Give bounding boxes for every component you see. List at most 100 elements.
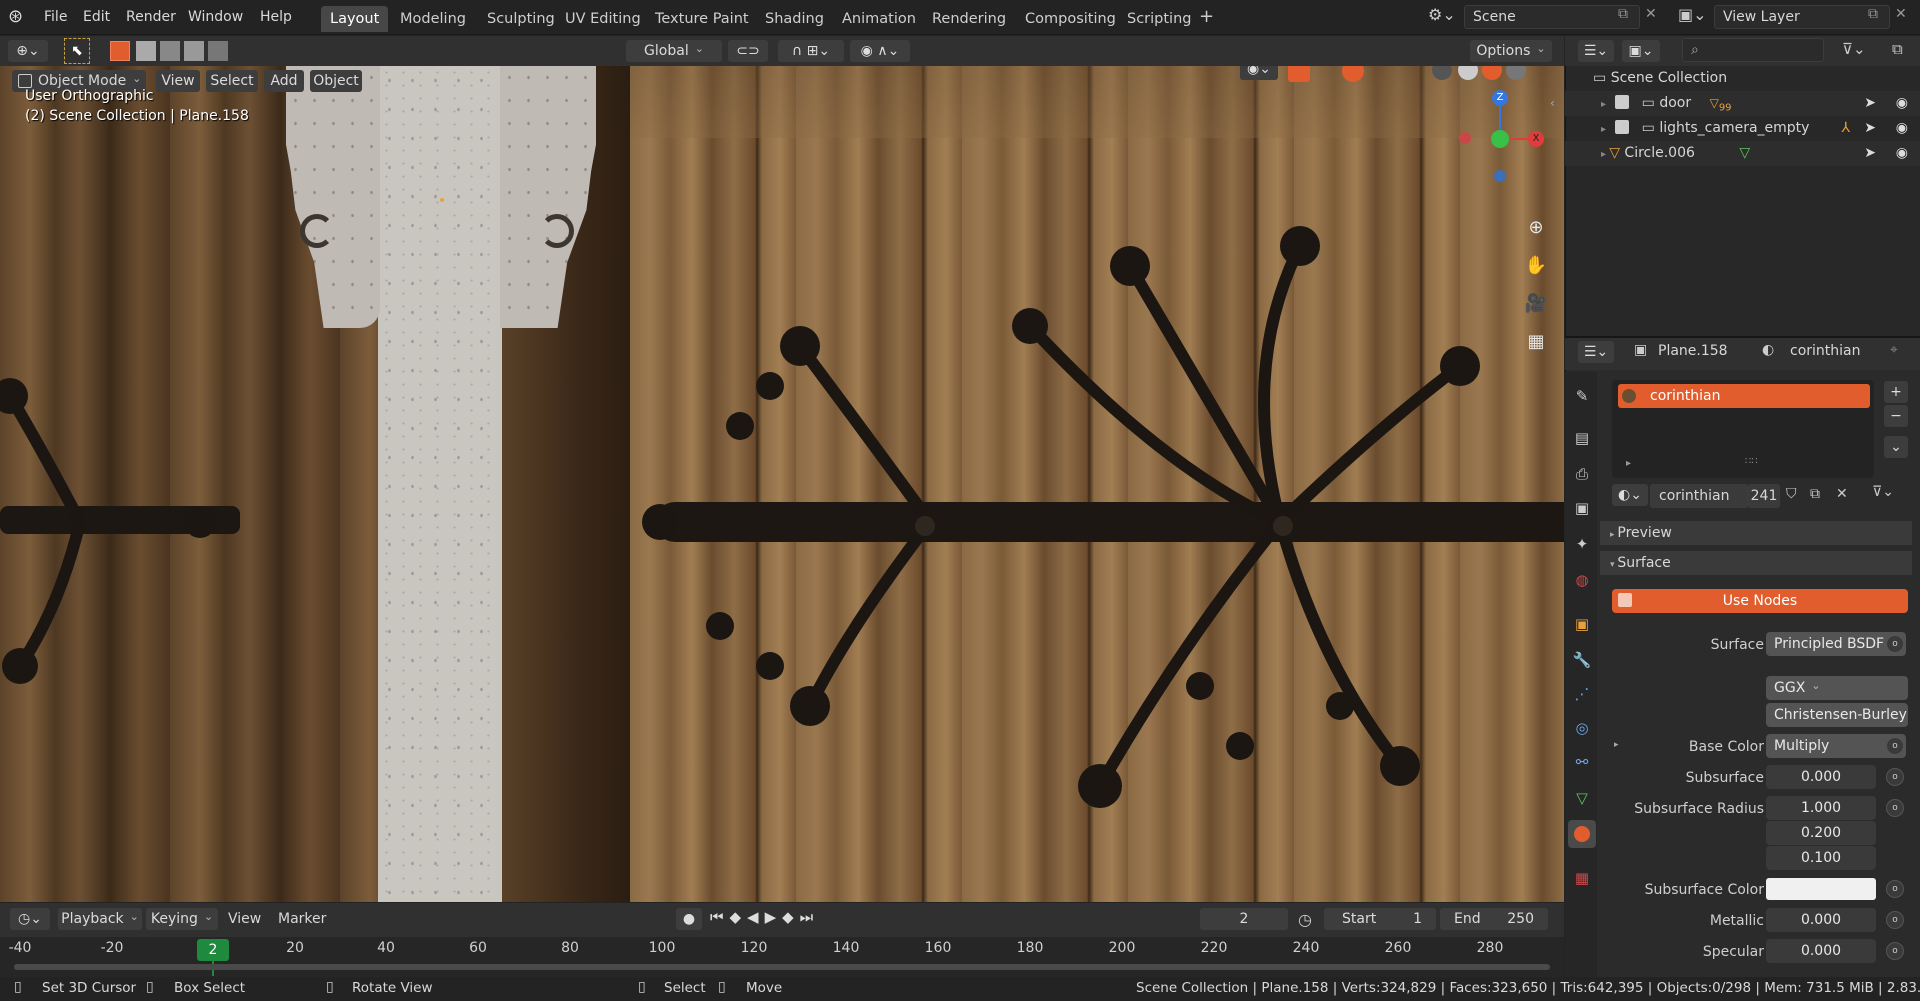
eye-icon[interactable]: ◉ — [1896, 141, 1908, 166]
checkbox-icon[interactable] — [1615, 95, 1630, 109]
filter-icon[interactable]: ⊽⌄ — [1842, 40, 1866, 58]
socket-icon[interactable]: o — [1886, 799, 1904, 817]
scene-browse-icon[interactable]: ⚙⌄ — [1428, 5, 1462, 29]
constraints-tab-icon[interactable]: ⚯ — [1572, 752, 1592, 772]
add-menu[interactable]: Add — [264, 70, 304, 92]
modifier-tab-icon[interactable]: 🔧 — [1572, 650, 1592, 670]
gizmo-toggle-icon[interactable] — [1288, 66, 1310, 82]
select-new-icon[interactable] — [110, 41, 130, 61]
output-tab-icon[interactable]: ⎙ — [1572, 464, 1592, 484]
menu-help[interactable]: Help — [260, 0, 292, 35]
fake-user-icon[interactable]: ⛉ — [1786, 486, 1797, 502]
outliner-item-circle[interactable]: ▸ ▽ Circle.006 ▽ ➤ ◉ — [1565, 141, 1920, 166]
end-frame-field[interactable]: End 250 — [1440, 908, 1548, 930]
sidebar-toggle-icon[interactable]: ‹ — [1550, 96, 1555, 110]
material-name-field[interactable]: corinthian — [1650, 484, 1748, 508]
tab-texture-paint[interactable]: Texture Paint — [646, 6, 758, 32]
object-menu[interactable]: Object — [310, 70, 362, 92]
pivot-point-icon[interactable]: ⊂⊃ — [728, 40, 768, 62]
expand-arrow-icon[interactable]: ▸ — [1601, 124, 1609, 135]
select-arrow-icon[interactable]: ➤ — [1864, 91, 1876, 116]
browse-material-icon[interactable]: ◐⌄ — [1612, 484, 1648, 506]
outliner-editor-icon[interactable]: ☰⌄ — [1578, 40, 1614, 62]
select-arrow-icon[interactable]: ➤ — [1864, 141, 1876, 166]
timeline-marker-menu[interactable]: Marker — [278, 911, 326, 927]
timeline-scrollbar[interactable] — [14, 964, 1550, 970]
subsurface-radius-y[interactable]: 0.200 — [1766, 821, 1876, 845]
distribution-dropdown[interactable]: GGX — [1766, 676, 1908, 700]
view-menu[interactable]: View — [156, 70, 200, 92]
menu-edit[interactable]: Edit — [83, 0, 110, 35]
socket-icon[interactable]: o — [1886, 635, 1904, 653]
select-invert-icon[interactable] — [184, 41, 204, 61]
tab-compositing[interactable]: Compositing — [1016, 6, 1125, 32]
navigation-gizmo[interactable]: Z X — [1450, 86, 1560, 276]
socket-icon[interactable]: o — [1886, 768, 1904, 786]
eye-icon[interactable]: ◉ — [1896, 116, 1908, 141]
subsurface-method-dropdown[interactable]: Christensen-Burley — [1766, 703, 1908, 727]
ortho-grid-icon[interactable]: ▦ — [1522, 328, 1550, 356]
options-dropdown[interactable]: Options — [1470, 40, 1552, 62]
snap-icon[interactable]: ∩ ⊞⌄ — [778, 40, 844, 62]
outliner-root[interactable]: ▭ Scene Collection — [1565, 66, 1920, 91]
current-frame-marker[interactable]: 2 — [197, 939, 229, 961]
outliner-item-lights[interactable]: ▸ ▭ lights_camera_empty ⅄ ➤ ◉ — [1565, 116, 1920, 141]
new-collection-icon[interactable]: ⧉ — [1892, 40, 1903, 58]
pin-icon[interactable]: ⌖ — [1890, 342, 1898, 358]
subsurface-field[interactable]: 0.000 — [1766, 765, 1876, 789]
remove-slot-button[interactable]: − — [1884, 405, 1908, 427]
material-slot-item[interactable]: corinthian — [1618, 384, 1870, 408]
select-tool-icon[interactable]: ⬉ — [64, 38, 90, 64]
keying-menu[interactable]: Keying — [146, 908, 218, 930]
unlink-material-icon[interactable]: ✕ — [1836, 486, 1848, 502]
view-layer-field[interactable]: View Layer — [1714, 5, 1890, 29]
start-frame-field[interactable]: Start 1 — [1324, 908, 1436, 930]
camera-view-icon[interactable]: 🎥 — [1522, 290, 1550, 318]
select-intersect-icon[interactable] — [208, 41, 228, 61]
metallic-field[interactable]: 0.000 — [1766, 908, 1876, 932]
select-subtract-icon[interactable] — [160, 41, 180, 61]
render-tab-icon[interactable]: ▤ — [1572, 428, 1592, 448]
blender-logo-icon[interactable]: ⊛ — [8, 6, 36, 30]
editor-type-button[interactable]: ⊕⌄ — [8, 40, 48, 62]
visibility-icon[interactable]: ◉⌄ — [1240, 66, 1278, 80]
list-expand-icon[interactable]: ▸ — [1626, 458, 1631, 469]
timeline-editor-icon[interactable]: ◷⌄ — [10, 908, 50, 930]
expand-arrow-icon[interactable]: ▸ — [1601, 99, 1609, 110]
axis-x[interactable]: X — [1528, 131, 1544, 147]
socket-icon[interactable]: o — [1886, 880, 1904, 898]
select-extend-icon[interactable] — [136, 41, 156, 61]
clock-icon[interactable]: ◷ — [1298, 910, 1312, 929]
add-slot-button[interactable]: + — [1884, 381, 1908, 403]
mesh-data-tab-icon[interactable]: ▽ — [1572, 788, 1592, 808]
particles-tab-icon[interactable]: ⋰ — [1572, 684, 1592, 704]
subsurface-radius-z[interactable]: 0.100 — [1766, 846, 1876, 870]
subsurface-color-swatch[interactable] — [1766, 878, 1876, 900]
zoom-icon[interactable]: ⊕ — [1522, 214, 1550, 242]
scene-field[interactable]: Scene — [1464, 5, 1640, 29]
link-type-icon[interactable]: ⊽⌄ — [1872, 484, 1894, 500]
tab-uv-editing[interactable]: UV Editing — [556, 6, 650, 32]
record-icon[interactable]: ● — [676, 908, 702, 930]
user-count[interactable]: 241 — [1748, 484, 1780, 508]
axis-neg-z[interactable] — [1494, 170, 1506, 182]
view-layer-remove-icon[interactable]: ✕ — [1895, 6, 1907, 22]
slot-specials-button[interactable]: ⌄ — [1884, 436, 1908, 458]
current-frame-field[interactable]: 2 — [1200, 908, 1288, 930]
tab-modeling[interactable]: Modeling — [391, 6, 475, 32]
outliner-item-door[interactable]: ▸ ▭ door ▽99 ➤ ◉ — [1565, 91, 1920, 116]
view-layer-browse-icon[interactable]: ▣⌄ — [1678, 5, 1712, 29]
tab-layout[interactable]: Layout — [321, 6, 389, 32]
display-mode-icon[interactable]: ▣⌄ — [1622, 40, 1660, 62]
view-layer-tab-icon[interactable]: ▣ — [1572, 498, 1592, 518]
3d-viewport[interactable]: Object Mode View Select Add Object ◉⌄ Us… — [0, 66, 1564, 902]
socket-icon[interactable]: o — [1886, 911, 1904, 929]
tab-animation[interactable]: Animation — [833, 6, 925, 32]
tab-shading[interactable]: Shading — [756, 6, 833, 32]
material-tab[interactable] — [1568, 820, 1596, 848]
use-nodes-button[interactable]: Use Nodes — [1612, 589, 1908, 613]
world-tab-icon[interactable]: ◍ — [1572, 570, 1592, 590]
scene-tab-icon[interactable]: ✦ — [1572, 534, 1592, 554]
expand-arrow-icon[interactable]: ▸ — [1601, 149, 1609, 160]
transform-orientation-dropdown[interactable]: Global — [626, 40, 722, 62]
